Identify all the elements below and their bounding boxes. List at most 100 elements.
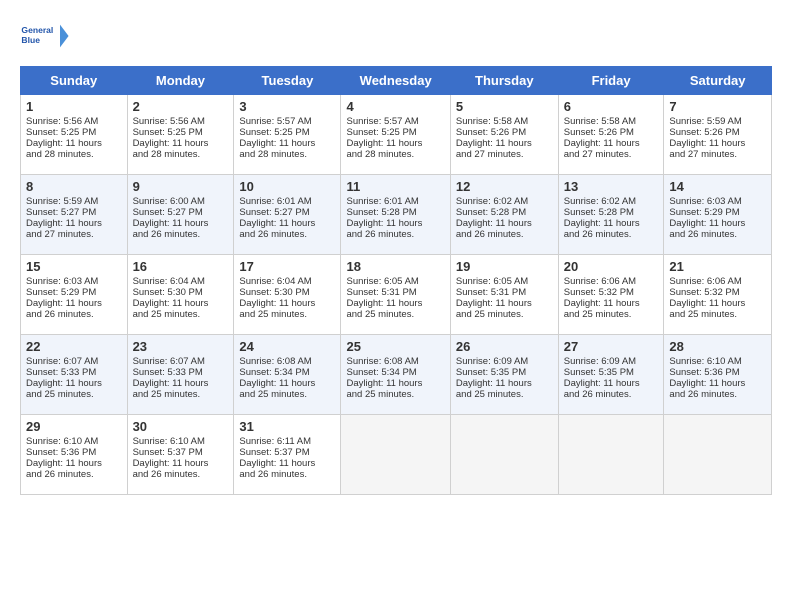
- day-number: 1: [26, 99, 122, 114]
- calendar: SundayMondayTuesdayWednesdayThursdayFrid…: [20, 66, 772, 495]
- sunrise-label: Sunrise: 6:10 AM: [26, 436, 98, 447]
- day-number: 9: [133, 179, 229, 194]
- sunrise-label: Sunrise: 5:59 AM: [26, 196, 98, 207]
- calendar-cell: 24Sunrise: 6:08 AMSunset: 5:34 PMDayligh…: [234, 335, 341, 415]
- svg-text:General: General: [21, 25, 53, 35]
- calendar-cell: 17Sunrise: 6:04 AMSunset: 5:30 PMDayligh…: [234, 255, 341, 335]
- sunrise-label: Sunrise: 6:03 AM: [26, 276, 98, 287]
- calendar-cell: [341, 415, 450, 495]
- day-number: 18: [346, 259, 444, 274]
- sunset-label: Sunset: 5:25 PM: [26, 127, 96, 138]
- sunrise-label: Sunrise: 6:02 AM: [564, 196, 636, 207]
- daylight-label: Daylight: 11 hours: [346, 138, 422, 149]
- daylight-label: Daylight: 11 hours: [239, 138, 315, 149]
- sunset-label: Sunset: 5:30 PM: [133, 287, 203, 298]
- sunrise-label: Sunrise: 6:11 AM: [239, 436, 311, 447]
- daylight-minutes: and 25 minutes.: [133, 309, 201, 320]
- calendar-week-4: 22Sunrise: 6:07 AMSunset: 5:33 PMDayligh…: [21, 335, 772, 415]
- calendar-cell: 23Sunrise: 6:07 AMSunset: 5:33 PMDayligh…: [127, 335, 234, 415]
- daylight-label: Daylight: 11 hours: [564, 378, 640, 389]
- daylight-minutes: and 25 minutes.: [239, 309, 307, 320]
- svg-text:Blue: Blue: [21, 35, 40, 45]
- daylight-label: Daylight: 11 hours: [239, 218, 315, 229]
- sunrise-label: Sunrise: 6:08 AM: [239, 356, 311, 367]
- logo: General Blue: [20, 16, 70, 56]
- sunset-label: Sunset: 5:27 PM: [133, 207, 203, 218]
- day-number: 27: [564, 339, 659, 354]
- calendar-cell: 18Sunrise: 6:05 AMSunset: 5:31 PMDayligh…: [341, 255, 450, 335]
- weekday-header-sunday: Sunday: [21, 67, 128, 95]
- sunset-label: Sunset: 5:35 PM: [456, 367, 526, 378]
- day-number: 31: [239, 419, 335, 434]
- daylight-label: Daylight: 11 hours: [346, 218, 422, 229]
- calendar-cell: 28Sunrise: 6:10 AMSunset: 5:36 PMDayligh…: [664, 335, 772, 415]
- weekday-header-monday: Monday: [127, 67, 234, 95]
- calendar-cell: 29 Sunrise: 6:10 AMSunset: 5:36 PMDayligh…: [21, 415, 128, 495]
- sunrise-label: Sunrise: 5:59 AM: [669, 116, 741, 127]
- sunset-label: Sunset: 5:31 PM: [456, 287, 526, 298]
- calendar-cell: 27Sunrise: 6:09 AMSunset: 5:35 PMDayligh…: [558, 335, 664, 415]
- sunset-label: Sunset: 5:27 PM: [26, 207, 96, 218]
- daylight-label: Daylight: 11 hours: [456, 298, 532, 309]
- calendar-cell: 4Sunrise: 5:57 AMSunset: 5:25 PMDaylight…: [341, 95, 450, 175]
- sunset-label: Sunset: 5:34 PM: [346, 367, 416, 378]
- daylight-label: Daylight: 11 hours: [456, 378, 532, 389]
- weekday-header-row: SundayMondayTuesdayWednesdayThursdayFrid…: [21, 67, 772, 95]
- daylight-minutes: and 25 minutes.: [239, 389, 307, 400]
- weekday-header-thursday: Thursday: [450, 67, 558, 95]
- calendar-week-1: 1Sunrise: 5:56 AMSunset: 5:25 PMDaylight…: [21, 95, 772, 175]
- sunrise-label: Sunrise: 6:10 AM: [669, 356, 741, 367]
- daylight-minutes: and 26 minutes.: [133, 469, 201, 480]
- sunrise-label: Sunrise: 5:56 AM: [133, 116, 205, 127]
- day-number: 21: [669, 259, 766, 274]
- sunset-label: Sunset: 5:36 PM: [26, 447, 96, 458]
- day-number: 5: [456, 99, 553, 114]
- day-number: 30: [133, 419, 229, 434]
- sunrise-label: Sunrise: 6:09 AM: [564, 356, 636, 367]
- sunrise-label: Sunrise: 6:02 AM: [456, 196, 528, 207]
- calendar-cell: 22Sunrise: 6:07 AMSunset: 5:33 PMDayligh…: [21, 335, 128, 415]
- daylight-label: Daylight: 11 hours: [564, 138, 640, 149]
- daylight-minutes: and 27 minutes.: [669, 149, 737, 160]
- sunrise-label: Sunrise: 5:58 AM: [456, 116, 528, 127]
- daylight-label: Daylight: 11 hours: [239, 458, 315, 469]
- weekday-header-tuesday: Tuesday: [234, 67, 341, 95]
- sunrise-label: Sunrise: 6:10 AM: [133, 436, 205, 447]
- daylight-label: Daylight: 11 hours: [564, 298, 640, 309]
- sunset-label: Sunset: 5:33 PM: [26, 367, 96, 378]
- calendar-cell: 7Sunrise: 5:59 AMSunset: 5:26 PMDaylight…: [664, 95, 772, 175]
- sunrise-label: Sunrise: 5:56 AM: [26, 116, 98, 127]
- calendar-cell: 3Sunrise: 5:57 AMSunset: 5:25 PMDaylight…: [234, 95, 341, 175]
- calendar-cell: 19Sunrise: 6:05 AMSunset: 5:31 PMDayligh…: [450, 255, 558, 335]
- daylight-label: Daylight: 11 hours: [239, 298, 315, 309]
- daylight-label: Daylight: 11 hours: [456, 138, 532, 149]
- daylight-minutes: and 25 minutes.: [669, 309, 737, 320]
- sunset-label: Sunset: 5:27 PM: [239, 207, 309, 218]
- daylight-minutes: and 26 minutes.: [26, 469, 94, 480]
- sunrise-label: Sunrise: 5:58 AM: [564, 116, 636, 127]
- calendar-cell: 10Sunrise: 6:01 AMSunset: 5:27 PMDayligh…: [234, 175, 341, 255]
- daylight-label: Daylight: 11 hours: [564, 218, 640, 229]
- daylight-label: Daylight: 11 hours: [26, 378, 102, 389]
- daylight-minutes: and 25 minutes.: [564, 309, 632, 320]
- sunrise-label: Sunrise: 6:05 AM: [456, 276, 528, 287]
- daylight-label: Daylight: 11 hours: [239, 378, 315, 389]
- calendar-cell: 5Sunrise: 5:58 AMSunset: 5:26 PMDaylight…: [450, 95, 558, 175]
- calendar-cell: 25Sunrise: 6:08 AMSunset: 5:34 PMDayligh…: [341, 335, 450, 415]
- daylight-minutes: and 26 minutes.: [564, 229, 632, 240]
- day-number: 29: [26, 419, 122, 434]
- sunrise-label: Sunrise: 5:57 AM: [239, 116, 311, 127]
- daylight-label: Daylight: 11 hours: [346, 298, 422, 309]
- sunrise-label: Sunrise: 6:08 AM: [346, 356, 418, 367]
- daylight-minutes: and 25 minutes.: [456, 389, 524, 400]
- sunset-label: Sunset: 5:25 PM: [239, 127, 309, 138]
- calendar-cell: 1Sunrise: 5:56 AMSunset: 5:25 PMDaylight…: [21, 95, 128, 175]
- sunrise-label: Sunrise: 6:05 AM: [346, 276, 418, 287]
- daylight-minutes: and 25 minutes.: [346, 389, 414, 400]
- daylight-minutes: and 27 minutes.: [564, 149, 632, 160]
- calendar-week-5: 29Sunrise: 6:10 AMSunset: 5:36 PMDayligh…: [21, 415, 772, 495]
- day-number: 10: [239, 179, 335, 194]
- calendar-cell: 12Sunrise: 6:02 AMSunset: 5:28 PMDayligh…: [450, 175, 558, 255]
- daylight-label: Daylight: 11 hours: [26, 458, 102, 469]
- daylight-minutes: and 28 minutes.: [133, 149, 201, 160]
